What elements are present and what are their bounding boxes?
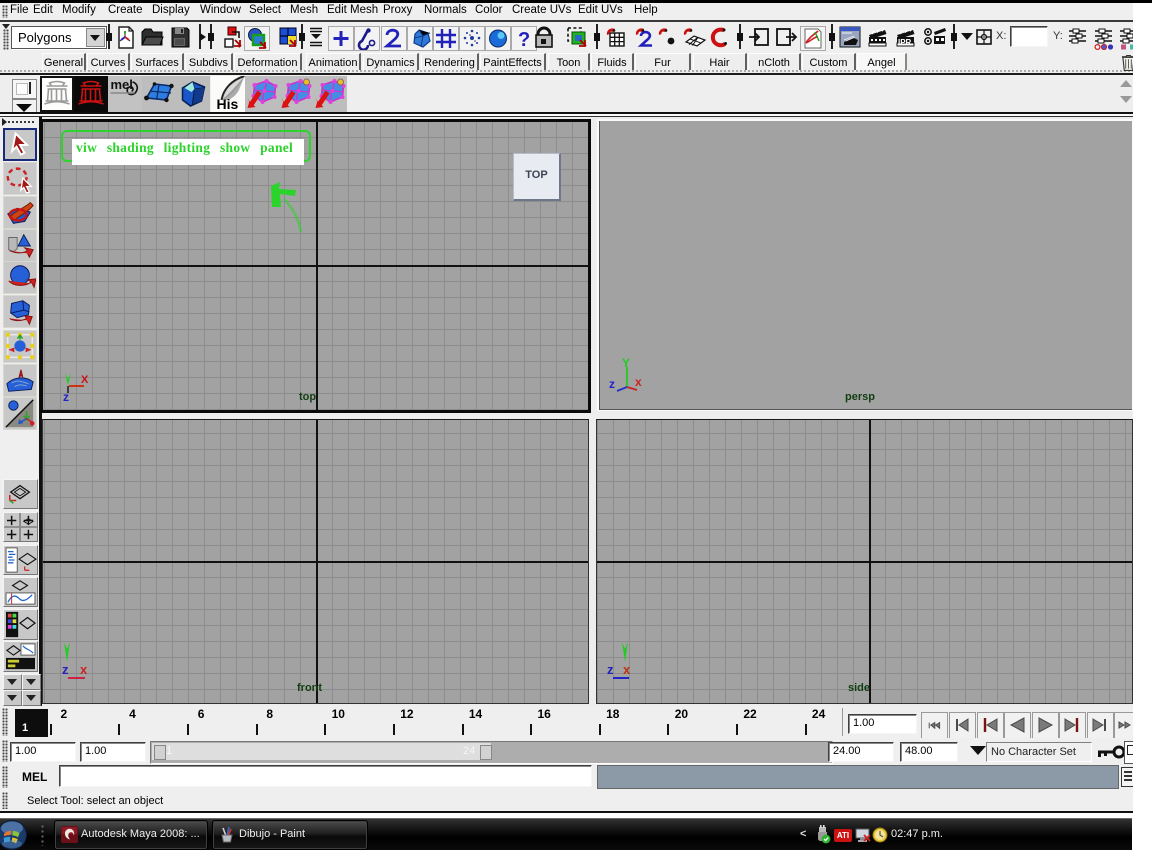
svg-text:x: x <box>635 375 642 389</box>
svg-text:z: z <box>62 662 69 677</box>
svg-text:x: x <box>80 662 88 677</box>
svg-text:mel: mel <box>110 77 132 92</box>
svg-text:IPR: IPR <box>898 38 912 47</box>
svg-text:z: z <box>63 390 69 404</box>
svg-text:z: z <box>607 662 614 677</box>
svg-text:z: z <box>609 377 615 391</box>
svg-text:X: X <box>81 374 89 386</box>
svg-text:His: His <box>216 96 238 112</box>
svg-text:Y: Y <box>622 356 630 370</box>
svg-text:?: ? <box>518 29 530 51</box>
svg-text:x: x <box>623 662 631 677</box>
